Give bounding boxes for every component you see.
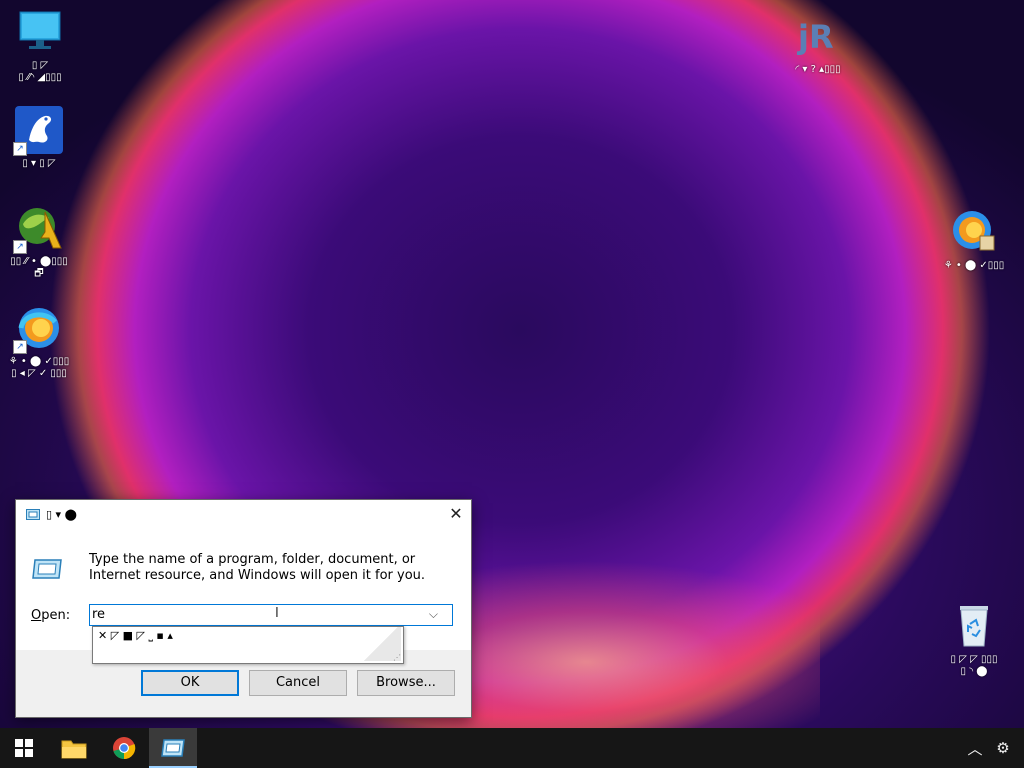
desktop-icon-recycle-bin[interactable]: ▯ ◸ ◸ ▯▯▯ ▯ ◝ ⬤ [936,602,1012,678]
close-button[interactable]: ✕ [441,500,471,530]
autocomplete-item[interactable]: ✕ ◸ ■ ◸ ⎵ ▪ ▴ [98,629,173,643]
desktop-icon-jr[interactable]: jR ◜ ▾ ? ▴▯▯▯ [780,12,856,76]
desktop-icon-label: ▯▯ ⁄⁄ • ⬤▯▯▯ 🗗 [10,256,68,279]
browse-button[interactable]: Browse... [357,670,455,696]
globe-app-icon: ↗ [13,204,63,254]
resize-grip-icon: ⋰ [393,653,401,662]
desktop-icon-label: ▯ ◸ ▯ ⁄⁄◝ ◢▯▯▯ [18,60,62,83]
start-button[interactable] [0,728,48,768]
desktop-icon-label: ⚘ • ⬤ ✓▯▯▯ [943,260,1005,271]
taskbar: ︿ ⚙ [0,728,1024,768]
shortcut-arrow-icon: ↗ [13,340,27,354]
dialog-description: Type the name of a program, folder, docu… [89,552,426,583]
folder-icon [61,740,87,759]
monitor-icon [16,8,64,56]
recycle-bin-icon [950,602,998,650]
run-dialog: ▯ ▾ ⬤ ✕ Type the name of a program, fold… [15,499,472,718]
cancel-button[interactable]: Cancel [249,670,347,696]
taskbar-file-explorer[interactable] [50,728,98,768]
open-label: Open: [31,608,70,623]
desktop-icon-edge[interactable]: ↗ ⚘ • ⬤ ✓▯▯▯ ▯ ◂ ◸ ✓ ▯▯▯ [1,304,77,380]
desktop-icon-edge-2[interactable]: ⚘ • ⬤ ✓▯▯▯ [936,208,1012,272]
run-icon [161,739,185,757]
show-hidden-icons-chevron-icon[interactable]: ︿ [962,728,988,768]
autocomplete-dropdown: ✕ ◸ ■ ◸ ⎵ ▪ ▴ ⋰ [92,626,404,664]
taskbar-chrome[interactable] [100,728,148,768]
chevron-down-icon[interactable]: ⌵ [429,607,438,622]
desktop-icon-this-pc[interactable]: ▯ ◸ ▯ ⁄⁄◝ ◢▯▯▯ [2,8,78,84]
dialog-titlebar[interactable]: ▯ ▾ ⬤ ✕ [16,500,471,530]
desktop-icon-globe[interactable]: ↗ ▯▯ ⁄⁄ • ⬤▯▯▯ 🗗 [1,204,77,280]
text-cursor-icon: I [275,606,279,621]
open-input[interactable]: re I ⌵ [89,604,453,626]
edge-installer-icon [950,208,998,256]
windows-logo-icon [15,739,33,757]
frog-app-icon: ↗ [13,106,63,156]
shortcut-arrow-icon: ↗ [13,142,27,156]
desktop-icon-frog[interactable]: ↗ ▯ ▾ ▯ ◸ [1,106,77,170]
desktop-icon-label: ▯ ▾ ▯ ◸ [22,158,56,169]
run-icon [26,509,40,520]
svg-text:jR: jR [796,18,834,56]
desktop-icon-label: ⚘ • ⬤ ✓▯▯▯ ▯ ◂ ◸ ✓ ▯▯▯ [8,356,70,379]
desktop-icon-label: ▯ ◸ ◸ ▯▯▯ ▯ ◝ ⬤ [950,654,998,677]
edge-browser-icon: ↗ [13,304,63,354]
ok-button[interactable]: OK [141,670,239,696]
shortcut-arrow-icon: ↗ [13,240,27,254]
taskbar-run[interactable] [149,728,197,768]
open-input-value[interactable]: re [92,607,105,622]
run-large-icon [32,559,62,579]
chrome-icon [113,737,136,760]
jr-app-icon: jR [794,12,842,60]
settings-gear-icon[interactable]: ⚙ [990,728,1016,768]
dialog-title: ▯ ▾ ⬤ [46,508,77,521]
desktop-icon-label: ◜ ▾ ? ▴▯▯▯ [795,64,841,75]
open-label-accesskey: O [31,608,42,623]
open-label-rest: pen: [41,608,71,623]
